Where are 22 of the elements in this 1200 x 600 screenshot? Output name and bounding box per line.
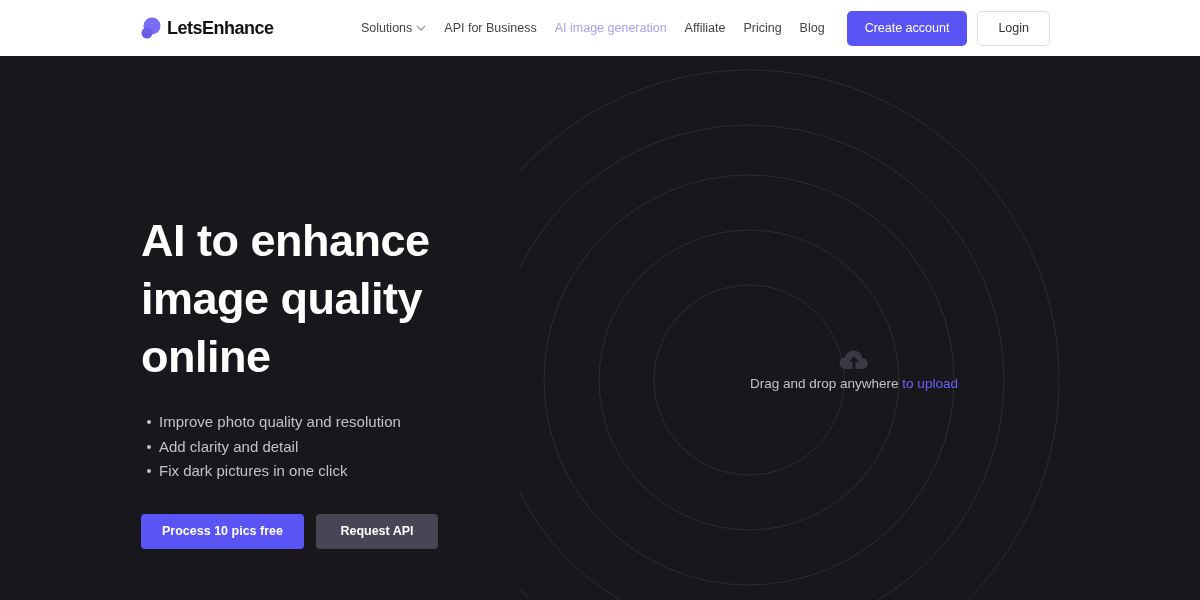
hero-title: AI to enhance image quality online bbox=[141, 214, 431, 384]
nav-link[interactable]: Affiliate bbox=[684, 21, 726, 35]
upload-link[interactable]: to upload bbox=[902, 376, 958, 391]
nav-link[interactable]: Blog bbox=[799, 21, 825, 35]
feature-text: Add clarity and detail bbox=[159, 436, 299, 457]
logo-icon bbox=[141, 17, 161, 39]
create-account-button[interactable]: Create account bbox=[846, 10, 968, 46]
brand-name[interactable]: LetsEnhance bbox=[167, 17, 274, 39]
nav-link[interactable]: Solutions bbox=[360, 21, 427, 35]
chevron-down-icon bbox=[416, 25, 427, 31]
feature-text: Improve photo quality and resolution bbox=[159, 412, 401, 432]
login-button[interactable]: Login bbox=[977, 10, 1050, 46]
bullet-dot bbox=[147, 444, 151, 449]
bullet-dot bbox=[147, 420, 151, 425]
request-api-button[interactable]: Request API bbox=[316, 513, 438, 549]
bullet-dot bbox=[147, 469, 151, 474]
upload-cloud-icon bbox=[838, 348, 869, 370]
feature-text: Fix dark pictures in one click bbox=[159, 461, 348, 481]
process-free-button[interactable]: Process 10 pics free bbox=[141, 513, 304, 549]
nav-link[interactable]: Pricing bbox=[743, 21, 782, 35]
nav-link[interactable]: API for Business bbox=[444, 21, 537, 35]
upload-prompt: Drag and drop anywhere to upload bbox=[750, 376, 958, 391]
